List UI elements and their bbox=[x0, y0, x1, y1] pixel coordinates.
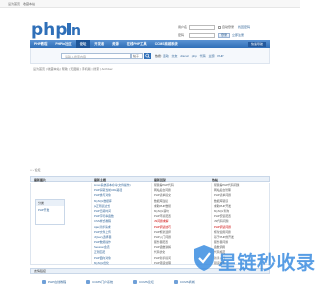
bookmark-link[interactable]: 收藏本站 bbox=[23, 2, 35, 6]
password-label: 密码 bbox=[178, 33, 185, 37]
search-bar: 请输入搜索内容 帖子 热搜: 活动 交友 discuz php 代码 主题 PH… bbox=[30, 48, 270, 64]
auto-login-label: 自动登录 bbox=[222, 25, 235, 29]
friend-link-label: PHP在线教程 bbox=[48, 280, 67, 284]
logo-graphic: php n bbox=[31, 20, 81, 39]
search-type-select[interactable]: 帖子 bbox=[131, 53, 143, 59]
hot-search-label: 热搜: bbox=[155, 54, 162, 58]
friend-link[interactable]: PHP在线教程 bbox=[42, 278, 66, 286]
friend-link[interactable]: CCMS门户系统 bbox=[86, 278, 113, 286]
notice-bar: 设为首页 | 收藏本站 | 帮助 | 无图版 | 手机版 | 搜索 | Arch… bbox=[33, 67, 113, 71]
login-panel: 用户名 自动登录 找回密码 密码 登录 立即注册 bbox=[178, 24, 270, 40]
find-password-link[interactable]: 找回密码 bbox=[238, 25, 250, 29]
hot-term[interactable]: PHP bbox=[217, 54, 223, 58]
svg-text:php: php bbox=[31, 20, 67, 39]
col-hot-posts[interactable]: 热帖 bbox=[212, 178, 218, 182]
category-item[interactable]: PHP开发 bbox=[36, 206, 64, 214]
username-input[interactable] bbox=[189, 24, 215, 30]
hot-term[interactable]: php bbox=[192, 54, 197, 58]
friend-link-label: CCMS论坛 bbox=[139, 280, 154, 284]
auto-login-checkbox[interactable] bbox=[218, 25, 221, 29]
forum-header: 最新图片 最新主题 最新回复 热帖 bbox=[30, 176, 270, 182]
hot-term[interactable]: discuz bbox=[180, 54, 189, 58]
set-homepage-link[interactable]: 设为首页 bbox=[8, 2, 20, 6]
search-icon bbox=[145, 53, 150, 59]
nav-item-community[interactable]: PHPin社区 bbox=[51, 40, 75, 48]
register-link[interactable]: 立即注册 bbox=[232, 33, 244, 37]
nav-item-resources[interactable]: 资源 bbox=[108, 40, 123, 48]
friend-link-label: CCMS门户系统 bbox=[92, 280, 114, 284]
nav-item-mall[interactable]: CCMS商城系统 bbox=[151, 40, 182, 48]
breadcrumb: ⌂ › 论坛 bbox=[30, 168, 41, 172]
breadcrumb-forum[interactable]: 论坛 bbox=[34, 168, 40, 172]
hot-term[interactable]: 主题 bbox=[208, 54, 214, 58]
hot-search: 热搜: 活动 交友 discuz php 代码 主题 PHP bbox=[155, 54, 226, 58]
hot-term[interactable]: 交友 bbox=[172, 54, 178, 58]
password-input[interactable] bbox=[189, 32, 215, 38]
quick-nav-button[interactable]: 快速导航 bbox=[247, 41, 266, 47]
link-icon bbox=[42, 280, 46, 284]
latest-topics-list: Linux系统基本命令(文件操作) PHP获取当前URL路径 PHP类与对象 M… bbox=[91, 183, 151, 265]
main-nav: PHP教程 PHPin社区 论坛 开发者 资源 在线PHP工具 CCMS商城系统… bbox=[30, 40, 270, 48]
home-icon[interactable]: ⌂ bbox=[30, 168, 32, 172]
svg-text:n: n bbox=[71, 23, 81, 39]
nav-item-developer[interactable]: 开发者 bbox=[90, 40, 108, 48]
col-latest-images[interactable]: 最新图片 bbox=[34, 178, 46, 182]
col-latest-replies[interactable]: 最新回复 bbox=[154, 178, 166, 182]
watermark: 星链秒收录 bbox=[188, 236, 315, 300]
shield-icon bbox=[194, 245, 214, 271]
link-icon bbox=[173, 280, 178, 284]
hot-term[interactable]: 活动 bbox=[163, 54, 169, 58]
category-box: 分类 PHP开发 bbox=[35, 199, 65, 225]
username-label: 用户名 bbox=[178, 25, 188, 29]
nav-item-php-tutorial[interactable]: PHP教程 bbox=[30, 40, 51, 48]
link-icon bbox=[133, 280, 138, 284]
watermark-text: 星链秒收录 bbox=[218, 252, 316, 274]
header: php n 用户名 自动登录 找回密码 密码 登录 立即注册 bbox=[0, 8, 300, 40]
hot-term[interactable]: 代码 bbox=[200, 54, 206, 58]
search-button[interactable] bbox=[144, 53, 151, 59]
link-icon bbox=[86, 280, 91, 284]
col-latest-topics[interactable]: 最新主题 bbox=[94, 178, 106, 182]
site-logo[interactable]: php n bbox=[31, 19, 81, 39]
search-input[interactable]: 请输入搜索内容 bbox=[61, 53, 131, 59]
top-bar: 设为首页 收藏本站 bbox=[0, 0, 300, 8]
nav-item-forum[interactable]: 论坛 bbox=[75, 40, 91, 48]
friend-link[interactable]: CCMS论坛 bbox=[133, 278, 154, 286]
search-placeholder: 请输入搜索内容 bbox=[65, 55, 87, 59]
list-item[interactable]: MySQL优化 bbox=[92, 261, 151, 266]
top-links: 设为首页 收藏本站 bbox=[8, 2, 35, 6]
nav-item-online-tools[interactable]: 在线PHP工具 bbox=[123, 40, 151, 48]
login-button[interactable]: 登录 bbox=[218, 32, 231, 38]
